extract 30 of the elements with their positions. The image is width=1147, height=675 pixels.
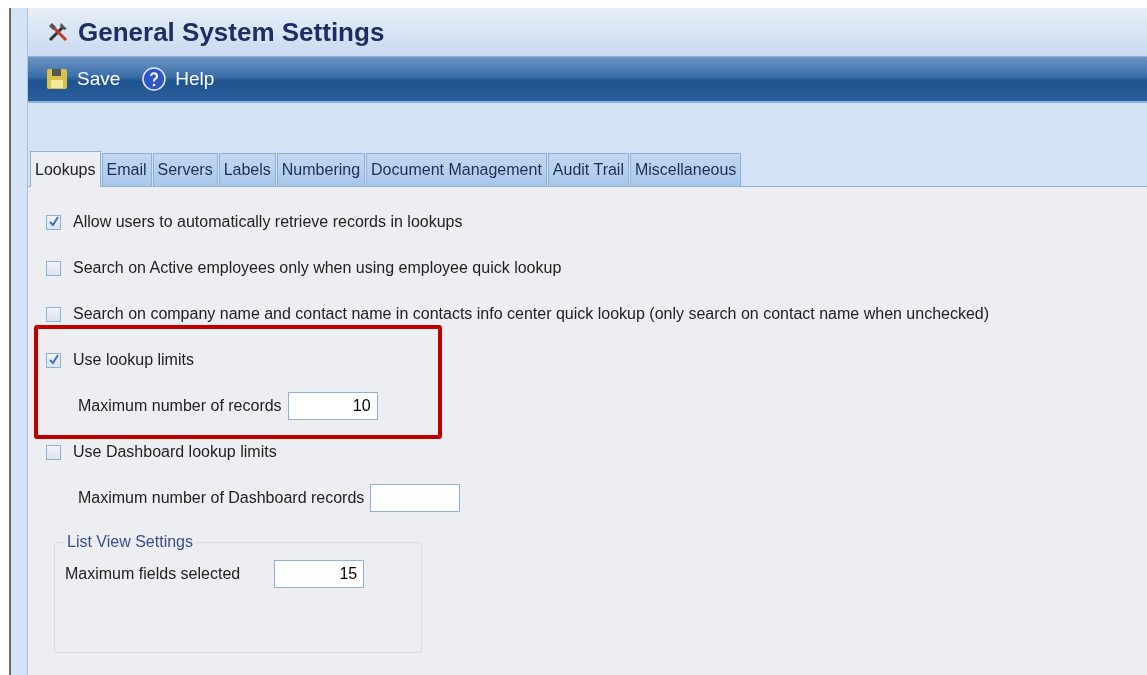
help-button[interactable]: Help bbox=[142, 67, 215, 91]
number-field[interactable]: 10 bbox=[287, 392, 378, 420]
tab[interactable]: Lookups bbox=[30, 151, 101, 187]
checkbox[interactable] bbox=[46, 214, 61, 230]
help-icon bbox=[142, 67, 167, 91]
checkbox[interactable] bbox=[46, 352, 61, 368]
field-label: Maximum fields selected bbox=[65, 565, 241, 583]
checkbox-label: Search on company name and contact name in contacts info center quick lookup (only search on contact name when unchecked) bbox=[73, 305, 990, 323]
checkbox[interactable] bbox=[46, 306, 61, 322]
checkbox-label: Allow users to automatically retrieve records in lookups bbox=[73, 213, 463, 231]
field-label: Maximum number of records bbox=[78, 397, 282, 415]
tools-icon bbox=[46, 20, 70, 44]
save-button[interactable]: Save bbox=[46, 68, 121, 90]
tab[interactable]: Email bbox=[101, 153, 152, 186]
checkbox-label: Use Dashboard lookup limits bbox=[73, 443, 277, 461]
tab[interactable]: Audit Trail bbox=[547, 153, 629, 186]
checkbox-label: Use lookup limits bbox=[73, 351, 194, 369]
checkbox[interactable] bbox=[46, 444, 61, 460]
tab[interactable]: Document Management bbox=[366, 153, 547, 186]
tab[interactable]: Numbering bbox=[276, 153, 366, 186]
number-field[interactable]: 15 bbox=[274, 560, 365, 588]
number-field[interactable] bbox=[370, 484, 461, 512]
group-title: List View Settings bbox=[66, 533, 194, 551]
field-label: Maximum number of Dashboard records bbox=[78, 489, 365, 507]
window-title: General System Settings bbox=[78, 16, 385, 48]
tab[interactable]: Miscellaneous bbox=[629, 153, 742, 186]
checkbox[interactable] bbox=[46, 260, 61, 276]
tab[interactable]: Labels bbox=[218, 153, 276, 186]
checkbox-label: Search on Active employees only when using employee quick lookup bbox=[73, 259, 562, 277]
tab[interactable]: Servers bbox=[152, 153, 218, 186]
